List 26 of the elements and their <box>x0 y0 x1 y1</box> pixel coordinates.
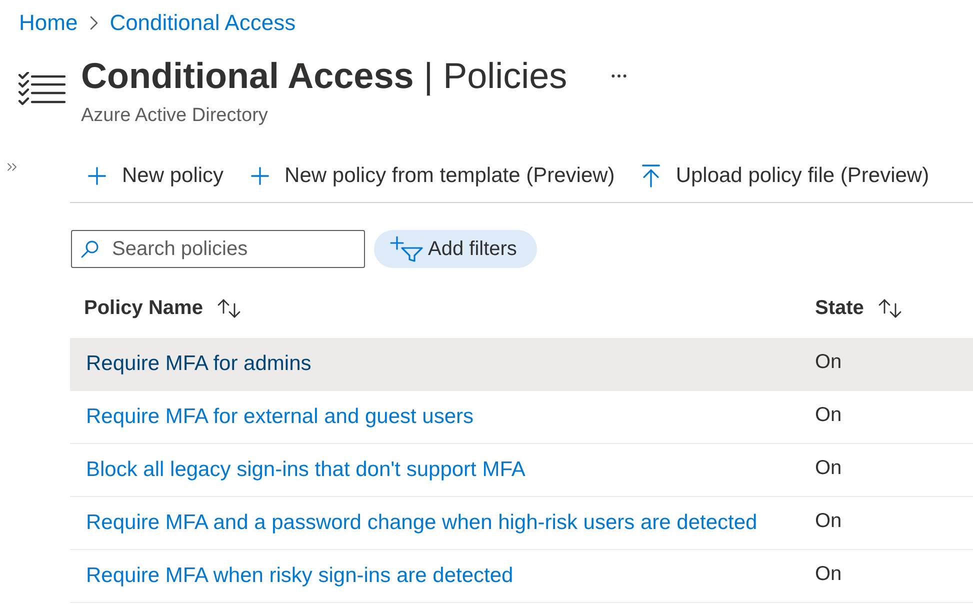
column-header[interactable]: State <box>815 293 902 323</box>
toolbar-button[interactable]: New policy <box>83 156 224 196</box>
state-text: On <box>815 509 842 534</box>
checklist-icon <box>18 72 66 106</box>
add-filters-button[interactable]: Add filters <box>374 230 537 268</box>
breadcrumb-link[interactable]: Conditional Access <box>110 9 296 37</box>
chevron-right-icon <box>90 16 98 30</box>
page-subtitle: Azure Active Directory <box>81 104 269 128</box>
policy-link[interactable]: Require MFA for admins <box>86 348 312 380</box>
policy-link[interactable]: Require MFA when risky sign-ins are detected <box>86 560 514 592</box>
search-field[interactable]: Search policies <box>71 230 365 268</box>
state-text: On <box>815 403 842 428</box>
toolbar-button[interactable]: Upload policy file (Preview) <box>636 156 930 196</box>
page-title: Conditional Access | Policies <box>81 54 568 98</box>
breadcrumb-link[interactable]: Home <box>19 9 78 37</box>
state-text: On <box>815 350 842 375</box>
table-row[interactable]: Require MFA for admins On <box>70 338 973 391</box>
state-text: On <box>815 456 842 481</box>
search-icon <box>81 240 99 258</box>
filter-add-icon <box>390 236 424 262</box>
policy-link[interactable]: Block all legacy sign-ins that don't support MFA <box>86 454 526 486</box>
policy-link[interactable]: Require MFA for external and guest users <box>86 401 474 433</box>
toolbar-button[interactable]: New policy from template (Preview) <box>246 156 615 196</box>
column-header[interactable]: Policy Name <box>84 293 241 323</box>
policy-link[interactable]: Require MFA and a password change when high-risk users are detected <box>86 507 758 539</box>
state-text: On <box>815 562 842 587</box>
